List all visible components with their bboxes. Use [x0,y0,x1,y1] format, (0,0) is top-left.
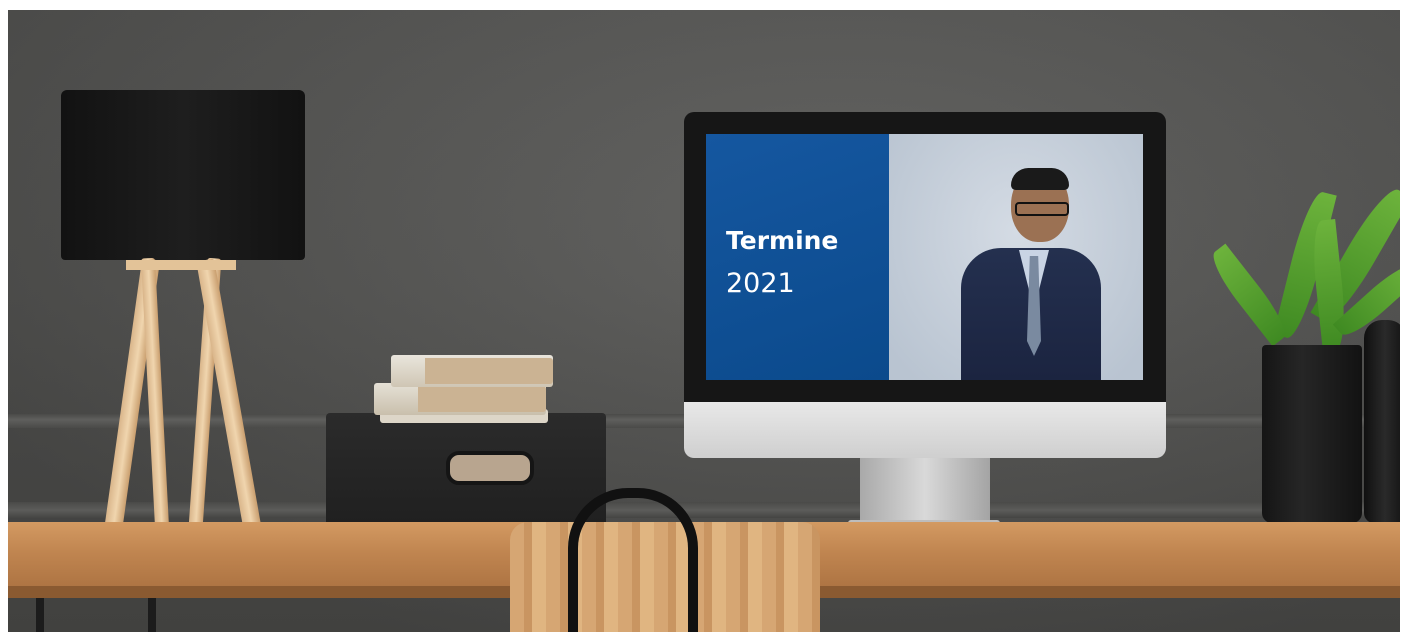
book [374,383,546,415]
vase [1364,320,1400,523]
wall-molding-lower [8,502,1400,518]
screen-year: 2021 [726,268,795,299]
monitor-screen: Termine 2021 [706,134,1143,380]
office-desk-photo: Termine 2021 [8,10,1400,632]
monitor-stand [860,458,990,526]
book [391,355,553,387]
lamp-shade [61,90,305,260]
plant-pot [1262,345,1362,523]
screen-title: Termine [726,226,839,255]
felt-basket [326,413,606,535]
person-portrait [961,168,1101,380]
screen-portrait-photo [889,134,1143,380]
desk-leg [36,598,44,632]
screen-title-panel: Termine 2021 [706,134,889,380]
desk-leg [148,598,156,632]
monitor-chin [684,402,1166,458]
lamp-crossbar [126,260,236,270]
basket-handle [446,451,534,485]
chair-frame [568,488,698,632]
desktop-monitor: Termine 2021 [684,112,1166,458]
